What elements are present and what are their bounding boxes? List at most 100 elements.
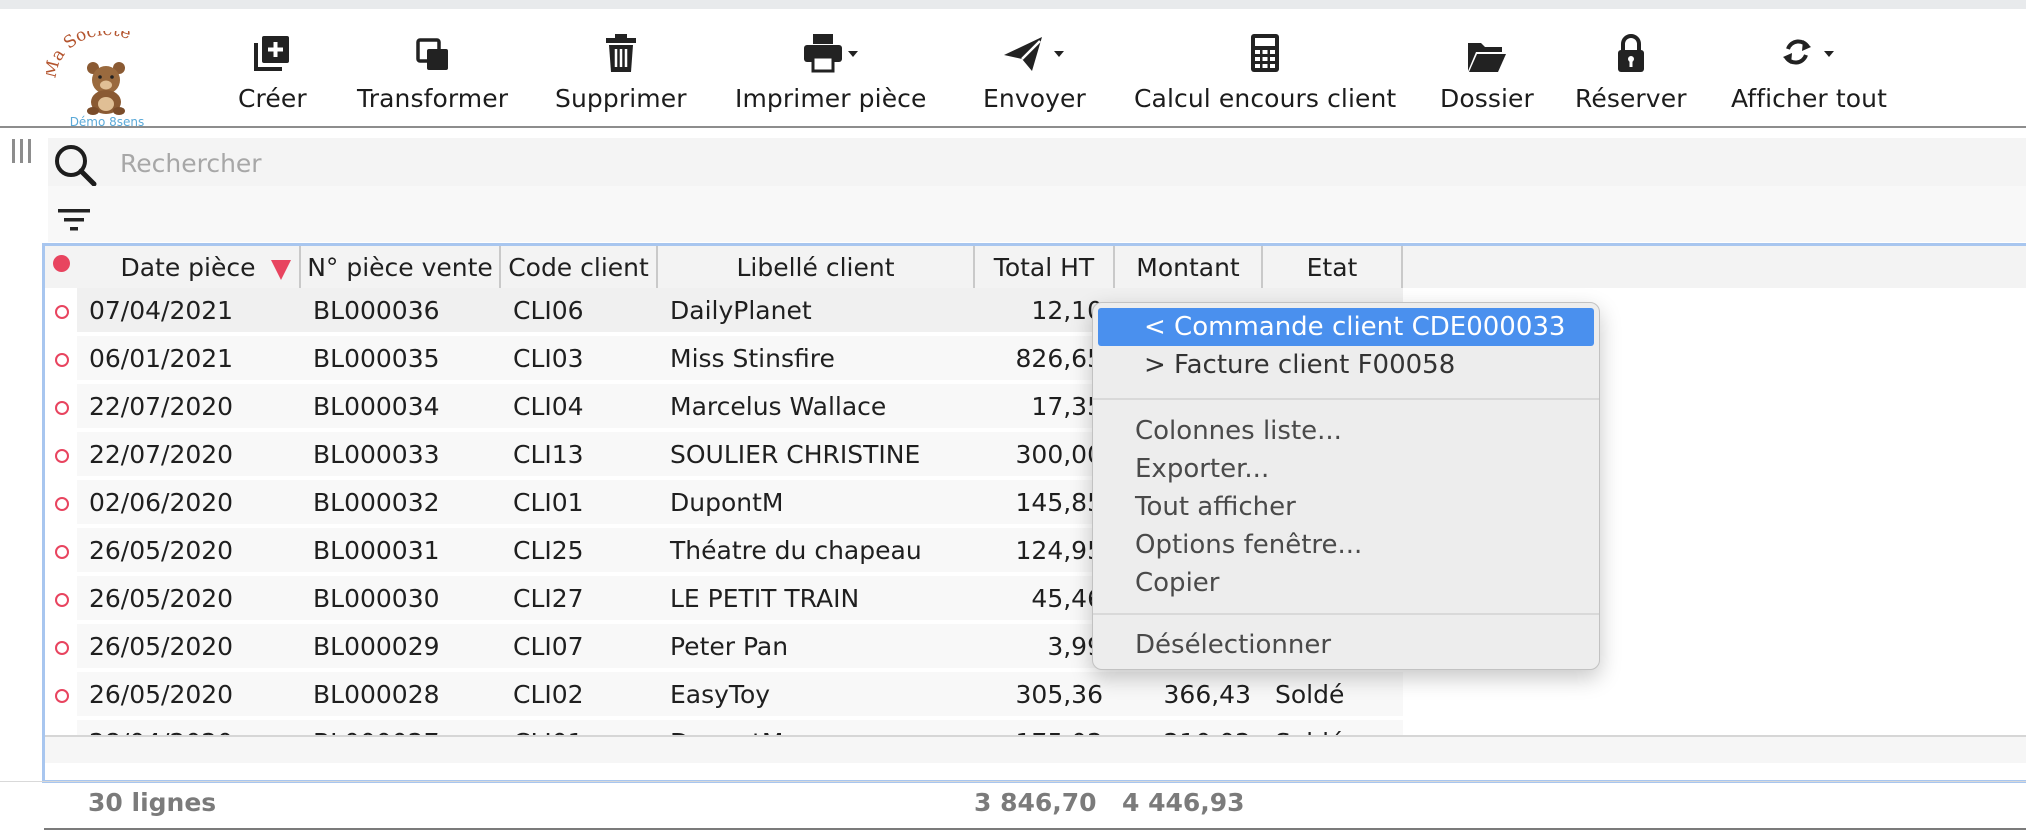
amount-sum: 4 446,93 <box>1122 788 1245 817</box>
cell-client-code: CLI03 <box>501 336 658 384</box>
column-header-status[interactable]: Etat <box>1263 246 1403 288</box>
cell-client-code: CLI04 <box>501 384 658 432</box>
column-header-status-label: Etat <box>1306 253 1358 282</box>
cell-number: BL000028 <box>301 672 501 720</box>
filter-bar <box>48 186 2026 242</box>
filter-icon[interactable] <box>58 208 90 232</box>
reserve-button[interactable]: Réserver <box>1575 29 1687 129</box>
table-row[interactable]: 26/05/2020 BL000029 CLI07 Peter Pan 3,99 <box>45 624 2026 672</box>
table-row[interactable]: 06/01/2021 BL000035 CLI03 Miss Stinsfire 826… <box>45 336 2026 384</box>
select-all-marker-icon[interactable] <box>53 255 70 272</box>
table-row[interactable]: 02/06/2020 BL000032 CLI01 DupontM 145,85 <box>45 480 2026 528</box>
row-marker-icon[interactable] <box>55 593 69 607</box>
row-count: 30 lignes <box>88 788 217 817</box>
refresh-icon <box>1783 39 1834 65</box>
cell-client-code: CLI01 <box>501 480 658 528</box>
menu-item-next-invoice[interactable]: > Facture client F00058 <box>1093 346 1599 384</box>
menu-item-previous-order[interactable]: < Commande client CDE000033 <box>1098 308 1594 346</box>
table-scroll-area[interactable] <box>45 735 2026 763</box>
row-marker-icon[interactable] <box>55 689 69 703</box>
cell-date: 26/05/2020 <box>77 576 301 624</box>
documents-table: Date pièce N° pièce vente Code client Li… <box>42 243 2026 783</box>
table-row[interactable]: 28/04/2020BL000027CLI01DupontM175,02210,… <box>45 720 2026 735</box>
menu-item-columns[interactable]: Colonnes liste... <box>1093 412 1599 450</box>
cell-date: 22/07/2020 <box>77 384 301 432</box>
cell-client-code: CLI01 <box>501 720 658 735</box>
table-row[interactable]: 26/05/2020 BL000031 CLI25 Théatre du chapea… <box>45 528 2026 576</box>
menu-item-export[interactable]: Exporter... <box>1093 450 1599 488</box>
folder-icon <box>1467 43 1506 72</box>
balance-button[interactable]: Calcul encours client <box>1134 29 1396 129</box>
search-input[interactable] <box>118 142 1622 184</box>
transform-button[interactable]: Transformer <box>357 29 508 129</box>
menu-item-show-all[interactable]: Tout afficher <box>1093 488 1599 526</box>
menu-item-copy[interactable]: Copier <box>1093 564 1599 602</box>
menu-item-deselect[interactable]: Désélectionner <box>1093 626 1599 664</box>
cell-number: BL000030 <box>301 576 501 624</box>
print-label: Imprimer pièce <box>735 84 927 113</box>
delete-button[interactable]: Supprimer <box>555 29 687 129</box>
panel-resize-grip-icon[interactable] <box>12 139 34 165</box>
row-marker-icon[interactable] <box>55 353 69 367</box>
search-icon[interactable] <box>52 142 98 188</box>
send-button[interactable]: Envoyer <box>983 29 1086 129</box>
cell-client-code: CLI25 <box>501 528 658 576</box>
cell-client-code: CLI06 <box>501 288 658 336</box>
column-header-client-name[interactable]: Libellé client <box>658 246 975 288</box>
cell-date: 22/07/2020 <box>77 432 301 480</box>
column-header-total-ht-label: Total HT <box>993 253 1095 282</box>
context-menu: < Commande client CDE000033 > Facture cl… <box>1092 302 1600 670</box>
folder-button[interactable]: Dossier <box>1440 29 1534 129</box>
add-document-icon <box>254 36 290 71</box>
row-marker-icon[interactable] <box>55 641 69 655</box>
cell-date: 02/06/2020 <box>77 480 301 528</box>
cell-date: 07/04/2021 <box>77 288 301 336</box>
toolbar: Ma Société Démo 8sens Créer <box>0 9 2026 129</box>
row-marker-icon[interactable] <box>55 305 69 319</box>
copy-icon <box>415 38 448 70</box>
column-header-date-label: Date pièce <box>120 253 256 282</box>
cell-total-ht: 305,36 <box>975 672 1115 720</box>
table-footer: 30 lignes 3 846,70 4 446,93 <box>0 784 2026 830</box>
cell-number: BL000033 <box>301 432 501 480</box>
column-header-total-ht[interactable]: Total HT <box>975 246 1115 288</box>
reserve-label: Réserver <box>1575 84 1687 113</box>
menu-separator <box>1093 398 1599 400</box>
cell-date: 06/01/2021 <box>77 336 301 384</box>
column-header-client-name-label: Libellé client <box>736 253 895 282</box>
table-row[interactable]: 22/07/2020 BL000033 CLI13 SOULIER CHRISTINE… <box>45 432 2026 480</box>
cell-number: BL000034 <box>301 384 501 432</box>
table-body: 07/04/2021 BL000036 CLI06 DailyPlanet 12,10 0… <box>45 288 2026 735</box>
table-row[interactable]: 26/05/2020 BL000030 CLI27 LE PETIT TRAIN 45,… <box>45 576 2026 624</box>
transform-label: Transformer <box>357 84 509 113</box>
sort-descending-icon[interactable] <box>271 260 291 280</box>
footer-top-divider <box>0 781 2026 782</box>
cell-client-code: CLI27 <box>501 576 658 624</box>
calculator-icon <box>1251 34 1280 72</box>
create-button[interactable]: Créer <box>238 29 307 129</box>
row-marker-icon[interactable] <box>55 545 69 559</box>
table-row[interactable]: 07/04/2021 BL000036 CLI06 DailyPlanet 12,10 <box>45 288 2026 336</box>
cell-client-code: CLI07 <box>501 624 658 672</box>
chevron-down-icon <box>1054 51 1065 57</box>
cell-total-ht: 175,02 <box>975 720 1115 735</box>
cell-amount: 210,02 <box>1115 720 1263 735</box>
column-header-date[interactable]: Date pièce <box>77 246 301 288</box>
row-marker-icon[interactable] <box>55 497 69 511</box>
table-row[interactable]: 22/07/2020 BL000034 CLI04 Marcelus Wallace 1… <box>45 384 2026 432</box>
cell-number: BL000035 <box>301 336 501 384</box>
table-row[interactable]: 26/05/2020 BL000028 CLI02 EasyToy 305,36 366,… <box>45 672 2026 720</box>
row-marker-icon[interactable] <box>55 401 69 415</box>
column-header-amount-label: Montant <box>1136 253 1240 282</box>
column-header-amount[interactable]: Montant <box>1115 246 1263 288</box>
column-header-client-code[interactable]: Code client <box>501 246 658 288</box>
column-header-number[interactable]: N° pièce vente <box>301 246 501 288</box>
row-marker-icon[interactable] <box>55 449 69 463</box>
menu-item-window-options[interactable]: Options fenêtre... <box>1093 526 1599 564</box>
cell-date: 28/04/2020 <box>77 720 301 735</box>
print-button[interactable]: Imprimer pièce <box>735 29 927 129</box>
cell-client-name: EasyToy <box>658 672 975 720</box>
cell-amount: 366,43 <box>1115 672 1263 720</box>
cell-number: BL000031 <box>301 528 501 576</box>
show-all-button[interactable]: Afficher tout <box>1731 29 1887 129</box>
